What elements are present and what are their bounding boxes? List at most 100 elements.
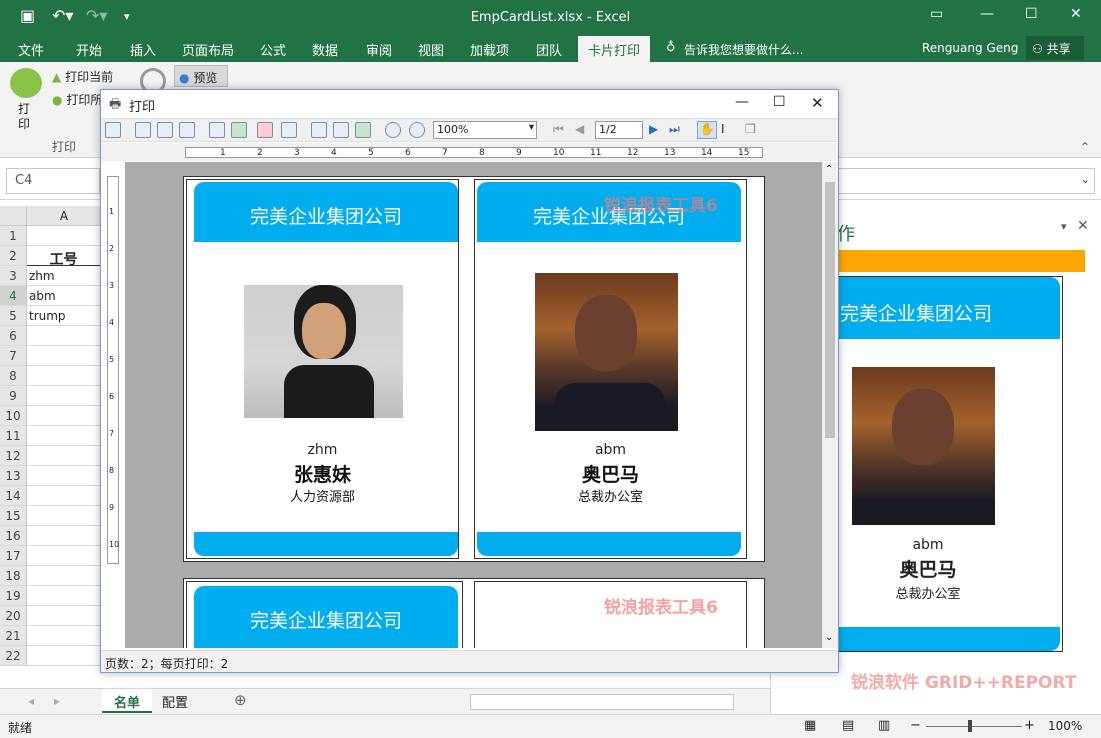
zoom-out-icon[interactable]: − bbox=[910, 718, 921, 733]
tab-addins[interactable]: 加载项 bbox=[470, 40, 509, 59]
cell-a[interactable] bbox=[27, 546, 101, 566]
cell-a[interactable] bbox=[27, 566, 101, 586]
zoom-level[interactable]: 100% bbox=[1048, 719, 1082, 733]
zoom-slider-thumb[interactable] bbox=[968, 720, 972, 732]
print-big-button[interactable]: 打印 bbox=[18, 102, 34, 132]
next-sheet-icon[interactable]: ▸ bbox=[54, 694, 60, 708]
tab-insert[interactable]: 插入 bbox=[130, 40, 156, 59]
row-header[interactable]: 13 bbox=[0, 466, 27, 486]
tab-team[interactable]: 团队 bbox=[536, 40, 562, 59]
preview-button[interactable]: ● 预览 bbox=[174, 65, 228, 87]
maximize-icon[interactable]: ☐ bbox=[1025, 6, 1038, 22]
cell-a[interactable] bbox=[27, 426, 101, 446]
sheet-tab-config[interactable]: 配置 bbox=[162, 692, 188, 711]
dialog-close-icon[interactable]: ✕ bbox=[811, 94, 824, 112]
row-header[interactable]: 15 bbox=[0, 506, 27, 526]
row-header[interactable]: 4 bbox=[0, 286, 27, 306]
add-sheet-icon[interactable]: ⊕ bbox=[234, 691, 247, 709]
row-header[interactable]: 2 bbox=[0, 246, 27, 266]
select-all-corner[interactable] bbox=[0, 206, 27, 226]
cell-a[interactable] bbox=[27, 586, 101, 606]
cell-a[interactable] bbox=[27, 646, 101, 666]
tell-me-input[interactable]: 告诉我您想要做什么... bbox=[684, 41, 803, 58]
dialog-maximize-icon[interactable]: ☐ bbox=[773, 94, 786, 110]
row-header[interactable]: 11 bbox=[0, 426, 27, 446]
chevron-down-icon[interactable]: ⌄ bbox=[1081, 173, 1090, 186]
single-page-icon[interactable] bbox=[311, 122, 327, 138]
row-header[interactable]: 22 bbox=[0, 646, 27, 666]
tab-review[interactable]: 审阅 bbox=[366, 40, 392, 59]
tab-data[interactable]: 数据 bbox=[312, 40, 338, 59]
row-header[interactable]: 6 bbox=[0, 326, 27, 346]
export-icon[interactable] bbox=[209, 122, 225, 138]
row-header[interactable]: 14 bbox=[0, 486, 27, 506]
page-layout-view-icon[interactable]: ▤ bbox=[842, 718, 854, 733]
close-icon[interactable]: ✕ bbox=[1070, 6, 1082, 22]
zoom-in-icon[interactable] bbox=[385, 122, 401, 138]
tab-card-print[interactable]: 卡片打印 bbox=[578, 36, 651, 62]
formula-input[interactable]: ⌄ bbox=[838, 168, 1095, 194]
cell-a[interactable] bbox=[27, 466, 101, 486]
normal-view-icon[interactable]: ▦ bbox=[804, 718, 816, 733]
fit-page-icon[interactable] bbox=[355, 122, 371, 138]
hand-tool-icon[interactable]: ✋ bbox=[697, 121, 717, 139]
row-header[interactable]: 7 bbox=[0, 346, 27, 366]
name-box[interactable]: C4 bbox=[6, 168, 100, 194]
sheet-tab-roster[interactable]: 名单 bbox=[102, 689, 152, 713]
row-header[interactable]: 12 bbox=[0, 446, 27, 466]
cell-a[interactable] bbox=[27, 626, 101, 646]
page-setup-icon[interactable] bbox=[105, 122, 121, 138]
book-icon[interactable] bbox=[157, 122, 173, 138]
row-header[interactable]: 10 bbox=[0, 406, 27, 426]
column-header-a[interactable]: A bbox=[27, 206, 101, 226]
page-width-icon[interactable] bbox=[333, 122, 349, 138]
row-header[interactable]: 21 bbox=[0, 626, 27, 646]
preview-vertical-scrollbar[interactable]: ⌃ ⌄ bbox=[822, 162, 838, 648]
dialog-minimize-icon[interactable]: — bbox=[735, 94, 749, 110]
minimize-icon[interactable]: — bbox=[980, 6, 994, 22]
excel-export-icon[interactable] bbox=[231, 122, 247, 138]
tab-formulas[interactable]: 公式 bbox=[260, 40, 286, 59]
cell-a[interactable]: zhm bbox=[27, 266, 101, 286]
zoom-slider[interactable] bbox=[926, 726, 1022, 727]
preview-area[interactable]: 完美企业集团公司 zhm 张惠妹 人力资源部 完美企业集团公司 abm 奥巴马 … bbox=[125, 162, 822, 648]
scroll-down-icon[interactable]: ⌄ bbox=[825, 632, 833, 643]
row-header[interactable]: 1 bbox=[0, 226, 27, 246]
tools-icon[interactable] bbox=[179, 122, 195, 138]
tab-view[interactable]: 视图 bbox=[418, 40, 444, 59]
print-all-button[interactable]: ● 打印所 bbox=[52, 91, 102, 108]
cell-a[interactable] bbox=[27, 446, 101, 466]
cell-a[interactable]: abm bbox=[27, 286, 101, 306]
prev-sheet-icon[interactable]: ◂ bbox=[28, 694, 34, 708]
cell-a[interactable] bbox=[27, 346, 101, 366]
row-header[interactable]: 20 bbox=[0, 606, 27, 626]
cell-a[interactable]: 工号 bbox=[27, 246, 101, 268]
print-current-button[interactable]: ▲ 打印当前 bbox=[52, 68, 113, 85]
cell-a[interactable] bbox=[27, 506, 101, 526]
copy-icon[interactable]: ❐ bbox=[745, 122, 756, 136]
last-page-icon[interactable]: ⏭ bbox=[669, 122, 680, 137]
email-icon[interactable] bbox=[281, 122, 297, 138]
prev-page-icon[interactable]: ◀ bbox=[575, 122, 584, 136]
zoom-select[interactable]: 100% ▾ bbox=[433, 121, 537, 139]
panel-options-icon[interactable]: ▾ bbox=[1061, 220, 1067, 233]
cell-a[interactable]: trump bbox=[27, 306, 101, 326]
text-select-icon[interactable]: I bbox=[721, 122, 725, 136]
row-header[interactable]: 3 bbox=[0, 266, 27, 286]
cell-a[interactable] bbox=[27, 366, 101, 386]
zoom-in-icon[interactable]: + bbox=[1024, 718, 1035, 733]
row-header[interactable]: 9 bbox=[0, 386, 27, 406]
pdf-export-icon[interactable] bbox=[257, 122, 273, 138]
tab-file[interactable]: 文件 bbox=[18, 40, 44, 59]
zoom-out-icon[interactable] bbox=[409, 122, 425, 138]
collapse-ribbon-icon[interactable]: ⌃ bbox=[1080, 140, 1090, 154]
cell-a[interactable] bbox=[27, 406, 101, 426]
next-page-icon[interactable]: ▶ bbox=[649, 122, 658, 136]
row-header[interactable]: 16 bbox=[0, 526, 27, 546]
row-header[interactable]: 5 bbox=[0, 306, 27, 326]
page-number-input[interactable]: 1/2 bbox=[595, 121, 643, 139]
share-button[interactable]: ⚇ 共享 bbox=[1026, 36, 1084, 60]
cell-a[interactable] bbox=[27, 526, 101, 546]
tab-home[interactable]: 开始 bbox=[76, 40, 102, 59]
cell-a[interactable] bbox=[27, 486, 101, 506]
